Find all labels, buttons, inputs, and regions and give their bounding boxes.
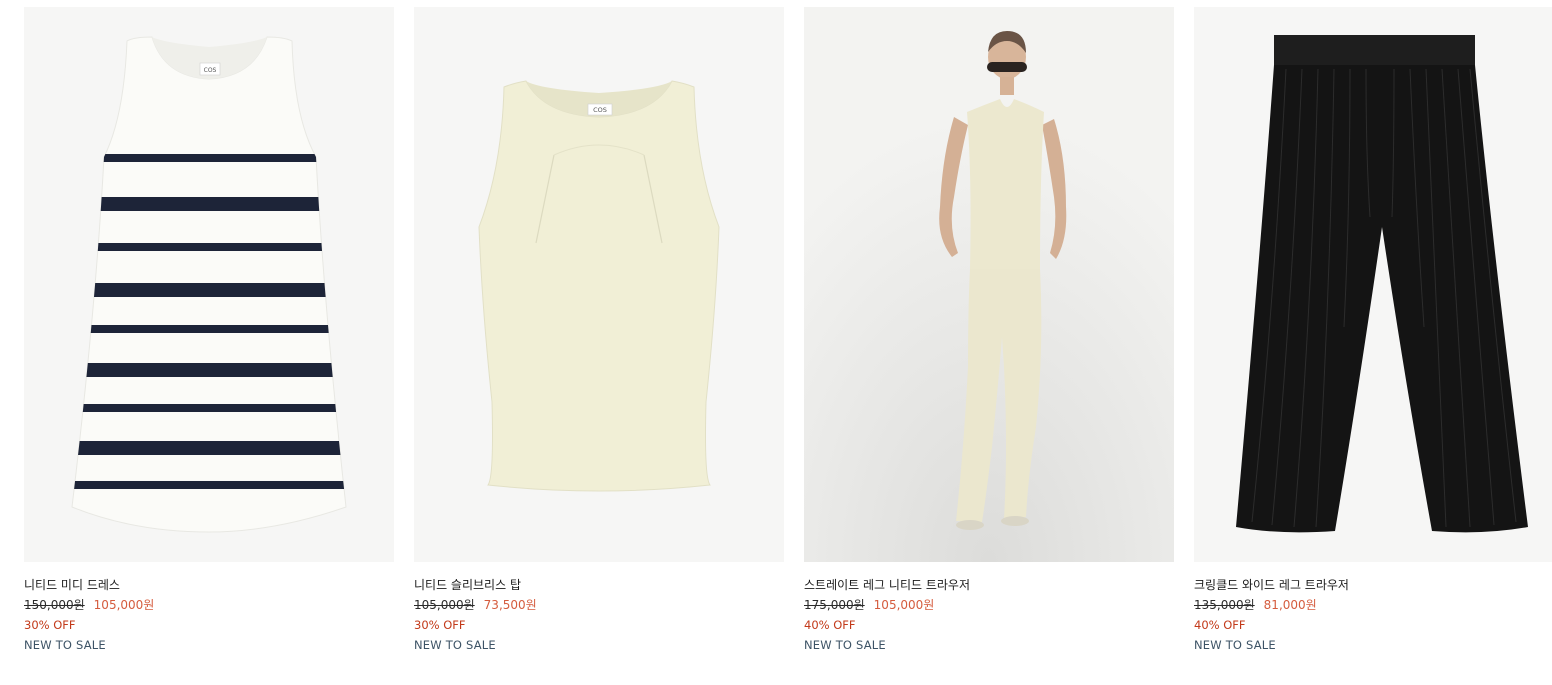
product-info: 스트레이트 레그 니티드 트라우저 175,000원 105,000원 40% O…	[804, 562, 1174, 653]
discount-badge: 40% OFF	[804, 618, 856, 632]
sale-price: 105,000원	[873, 598, 935, 612]
brand-label: COS	[204, 67, 217, 74]
price-row: 150,000원 105,000원	[24, 597, 394, 613]
new-to-sale-tag: NEW TO SALE	[804, 638, 886, 652]
sleeveless-top-illustration: COS	[478, 80, 720, 492]
sale-price: 73,500원	[483, 598, 537, 612]
product-image[interactable]	[804, 7, 1174, 562]
price-row: 175,000원 105,000원	[804, 597, 1174, 613]
discount-badge: 40% OFF	[1194, 618, 1246, 632]
product-card[interactable]: 크링클드 와이드 레그 트라우저 135,000원 81,000원 40% OFF…	[1194, 7, 1552, 653]
price-row: 135,000원 81,000원	[1194, 597, 1552, 613]
new-to-sale-tag: NEW TO SALE	[24, 638, 106, 652]
product-image[interactable]	[1194, 7, 1552, 562]
brand-label: COS	[593, 106, 607, 114]
product-card[interactable]: 스트레이트 레그 니티드 트라우저 175,000원 105,000원 40% O…	[804, 7, 1174, 653]
discount-badge: 30% OFF	[24, 618, 76, 632]
product-info: 니티드 미디 드레스 150,000원 105,000원 30% OFF NEW …	[24, 562, 394, 653]
product-info: 크링클드 와이드 레그 트라우저 135,000원 81,000원 40% OFF…	[1194, 562, 1552, 653]
sale-price: 105,000원	[93, 598, 155, 612]
new-to-sale-tag: NEW TO SALE	[414, 638, 496, 652]
product-name[interactable]: 크링클드 와이드 레그 트라우저	[1194, 577, 1552, 593]
original-price: 135,000원	[1194, 598, 1255, 612]
product-name[interactable]: 스트레이트 레그 니티드 트라우저	[804, 577, 1174, 593]
wide-leg-trousers-illustration	[1236, 35, 1528, 533]
discount-badge: 30% OFF	[414, 618, 466, 632]
model-photo-illustration	[804, 7, 1174, 562]
sale-price: 81,000원	[1263, 598, 1317, 612]
original-price: 175,000원	[804, 598, 865, 612]
product-card[interactable]: COS 니티드 슬리브리스 탑 105,000원 73,500원 30% OFF …	[414, 7, 784, 653]
product-image[interactable]: COS	[24, 7, 394, 562]
price-row: 105,000원 73,500원	[414, 597, 784, 613]
product-grid: COS 니티드 미디 드레스 150,000원 105,000원 30% OFF …	[24, 7, 1552, 653]
original-price: 150,000원	[24, 598, 85, 612]
product-name[interactable]: 니티드 미디 드레스	[24, 577, 394, 593]
striped-dress-illustration: COS	[71, 36, 347, 533]
new-to-sale-tag: NEW TO SALE	[1194, 638, 1276, 652]
product-name[interactable]: 니티드 슬리브리스 탑	[414, 577, 784, 593]
product-image[interactable]: COS	[414, 7, 784, 562]
product-info: 니티드 슬리브리스 탑 105,000원 73,500원 30% OFF NEW …	[414, 562, 784, 653]
product-card[interactable]: COS 니티드 미디 드레스 150,000원 105,000원 30% OFF …	[24, 7, 394, 653]
original-price: 105,000원	[414, 598, 475, 612]
